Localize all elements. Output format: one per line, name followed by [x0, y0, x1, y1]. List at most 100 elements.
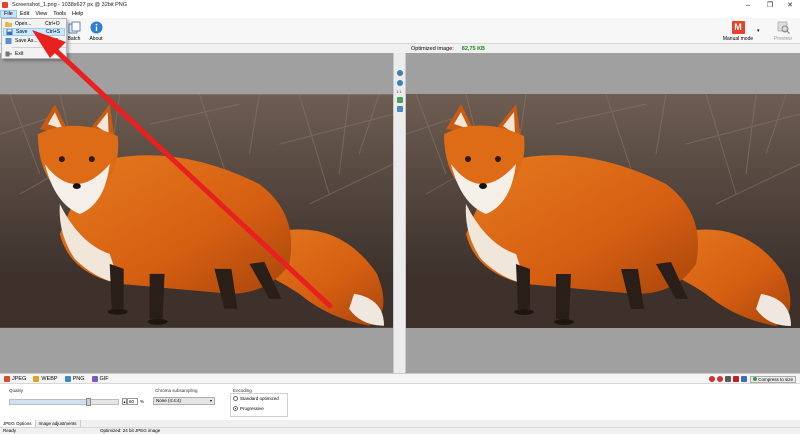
menu-item-save-as[interactable]: Save As... S [3, 37, 65, 45]
chroma-value: None (4:4:4) [156, 398, 182, 403]
zoom-in-icon[interactable] [397, 70, 403, 76]
list-icon[interactable] [741, 376, 748, 382]
window-title: Screenshot_1.png - 1038x627 px @ 32bit P… [12, 2, 128, 8]
title-bar: Screenshot_1.png - 1038x627 px @ 32bit P… [0, 0, 800, 10]
original-image-viewer[interactable] [0, 53, 393, 373]
compress-to-size-button[interactable]: Compress to size [750, 375, 796, 383]
menu-bar: File Edit View Tools Help [0, 10, 800, 18]
about-label: About [89, 36, 103, 42]
tab-webp[interactable]: WEBP [33, 375, 58, 382]
gif-icon [91, 375, 98, 382]
manual-mode-badge: M [731, 21, 745, 34]
preview-label: Preview [774, 36, 792, 42]
radio-standard[interactable] [233, 396, 238, 401]
close-button[interactable]: ✕ [779, 0, 800, 10]
chroma-select[interactable]: None (4:4:4) ▾ [153, 397, 215, 405]
radio-progressive[interactable] [233, 406, 238, 411]
folder-icon [5, 22, 12, 27]
menu-item-save-shortcut: Ctrl+S [46, 29, 61, 35]
toolbar: Batch About M Manual mode ▾ Preview [0, 18, 800, 44]
optimized-size-value: 82,75 KB [461, 45, 486, 52]
optimized-image-label: Optimized image: [411, 45, 454, 52]
preview-button[interactable]: Preview [770, 19, 796, 43]
tab-png-label: PNG [72, 375, 85, 382]
tab-jpeg-options[interactable]: JPEG Options [0, 420, 36, 427]
menu-separator [12, 47, 66, 48]
menu-item-save-as-shortcut: S [55, 38, 59, 44]
batch-icon [68, 21, 80, 34]
target-icon [753, 377, 758, 381]
chevron-down-icon: ▾ [209, 398, 212, 403]
audio-icon[interactable] [725, 376, 732, 382]
tab-png[interactable]: PNG [64, 375, 85, 382]
minimize-button[interactable]: – [737, 0, 759, 10]
redo-icon[interactable] [717, 376, 724, 382]
tab-gif-label: GIF [99, 375, 109, 382]
exit-icon [5, 51, 12, 57]
options-subtabs: JPEG Options Image adjustments [0, 420, 800, 427]
optimized-panel-header: Optimized image: 82,75 KB [406, 44, 800, 53]
encoding-standard-label: Standard optimized [240, 396, 279, 401]
status-bar: Ready Optimized: 24 bit JPEG image [0, 427, 800, 434]
tab-gif[interactable]: GIF [91, 375, 109, 382]
quality-slider-thumb[interactable] [86, 398, 91, 406]
png-icon [64, 375, 71, 382]
app-icon [2, 2, 8, 8]
optimized-fox-photo [406, 94, 800, 328]
format-tabs: JPEG WEBP PNG GIF Compress to size [0, 373, 800, 384]
maximize-button[interactable]: ❐ [759, 0, 781, 10]
menu-item-save[interactable]: Save Ctrl+S [3, 28, 65, 36]
menu-help[interactable]: Help [69, 10, 86, 18]
menu-edit[interactable]: Edit [17, 10, 32, 18]
magnifier-icon [777, 21, 790, 34]
mode-button[interactable]: M Manual mode [716, 19, 760, 43]
status-ready: Ready [3, 428, 17, 433]
quality-input[interactable]: 60 [127, 398, 138, 405]
about-button[interactable]: About [85, 19, 107, 43]
jpeg-icon [4, 375, 10, 382]
tab-image-adjustments[interactable]: Image adjustments [36, 420, 81, 427]
chroma-label: Chroma subsampling [155, 388, 198, 393]
menu-item-save-as-label: Save As... [15, 38, 38, 44]
split-view-icon[interactable] [397, 106, 403, 112]
quality-label: Quality [9, 388, 24, 393]
menu-item-open-shortcut: Ctrl+O [45, 21, 60, 27]
tab-jpeg-label: JPEG [12, 375, 27, 382]
zoom-out-icon[interactable] [397, 80, 403, 86]
action-icons: Compress to size [707, 375, 796, 383]
quality-slider[interactable] [9, 398, 119, 406]
batch-label: Batch [67, 36, 81, 42]
info-icon [90, 21, 102, 34]
zoom-ratio[interactable]: 1:1 [396, 89, 402, 94]
encoding-standard-option[interactable]: Standard optimized [233, 396, 279, 401]
tab-jpeg[interactable]: JPEG [4, 375, 27, 382]
optimized-image-viewer[interactable] [406, 53, 800, 373]
menu-item-exit[interactable]: Exit [3, 50, 65, 58]
jpeg-options-panel: Quality Chroma subsampling Encoding [0, 384, 800, 420]
chevron-down-icon[interactable]: ▾ [757, 28, 760, 34]
encoding-progressive-option[interactable]: Progressive [233, 406, 264, 411]
status-image-info: Optimized: 24 bit JPEG image [100, 428, 161, 433]
zoom-tools-strip: 1:1 [393, 53, 406, 373]
fit-icon[interactable] [397, 97, 403, 103]
quality-slider-fill [10, 400, 86, 404]
menu-file[interactable]: File [0, 10, 17, 18]
original-fox-photo [0, 94, 393, 328]
menu-item-open[interactable]: Open... Ctrl+O [3, 20, 65, 28]
delete-icon[interactable] [733, 376, 740, 382]
menu-view[interactable]: View [32, 10, 50, 18]
undo-icon[interactable] [709, 376, 716, 382]
encoding-progressive-label: Progressive [240, 406, 264, 411]
quality-unit: % [140, 399, 145, 404]
menu-item-open-label: Open... [15, 21, 32, 27]
file-menu-dropdown: Open... Ctrl+O Save Ctrl+S Save As... S … [1, 18, 67, 59]
webp-icon [33, 375, 40, 382]
tab-webp-label: WEBP [41, 375, 58, 382]
save-icon [6, 29, 13, 35]
mode-label: Manual mode [722, 36, 754, 42]
menu-item-exit-label: Exit [15, 51, 24, 57]
save-as-icon [5, 38, 12, 44]
menu-tools[interactable]: Tools [50, 10, 69, 18]
menu-item-save-label: Save [16, 29, 28, 35]
compress-to-size-label: Compress to size [758, 376, 793, 382]
